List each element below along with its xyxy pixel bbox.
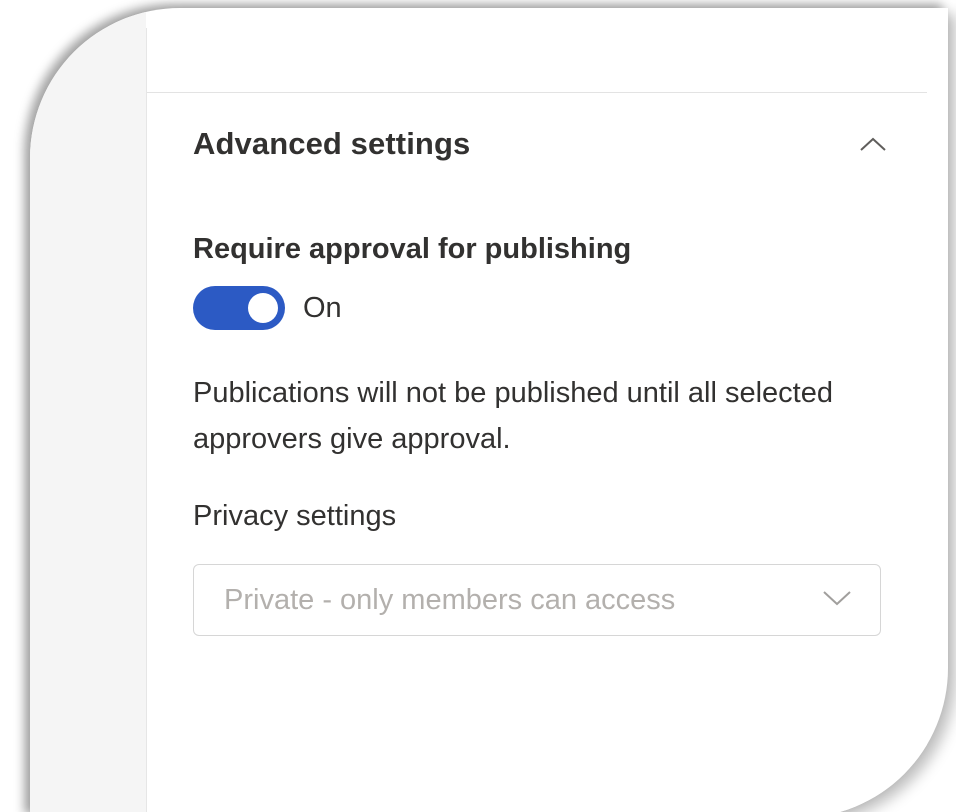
privacy-settings-label: Privacy settings xyxy=(193,500,397,532)
require-approval-label: Require approval for publishing xyxy=(193,233,632,265)
privacy-dropdown-value: Private - only members can access xyxy=(224,583,676,616)
toggle-knob xyxy=(248,293,278,323)
section-divider xyxy=(147,92,927,93)
privacy-settings-dropdown[interactable]: Private - only members can access xyxy=(193,564,881,636)
screenshot-stage: Advanced settings Require approval for p… xyxy=(0,0,956,812)
app-left-edge xyxy=(30,8,146,812)
chevron-up-icon[interactable] xyxy=(853,124,893,164)
toggle-state-label: On xyxy=(303,291,342,324)
advanced-settings-header[interactable]: Advanced settings xyxy=(193,120,893,168)
screenshot-frame: Advanced settings Require approval for p… xyxy=(30,8,948,812)
require-approval-description: Publications will not be published until… xyxy=(193,377,833,455)
settings-panel: Advanced settings Require approval for p… xyxy=(146,28,927,812)
advanced-settings-title: Advanced settings xyxy=(193,126,471,161)
require-approval-toggle[interactable] xyxy=(193,286,285,330)
chevron-down-icon xyxy=(822,589,852,612)
require-approval-toggle-row: On xyxy=(193,286,342,330)
